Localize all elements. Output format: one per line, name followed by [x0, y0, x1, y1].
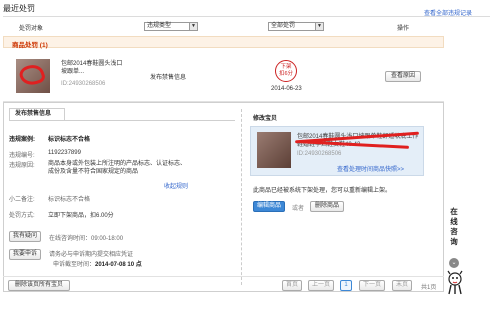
prev-page-button[interactable]: 上一页 — [308, 280, 334, 291]
first-page-button[interactable]: 首页 — [282, 280, 302, 291]
header-divider — [3, 16, 490, 17]
appeal-notice: 请务必与申诉期内提交相应凭证 — [49, 252, 134, 258]
preview-thumbnail[interactable] — [257, 132, 291, 168]
delete-all-on-page-button[interactable]: 删除该页所有宝贝 — [8, 280, 70, 291]
violation-type-select[interactable]: 违规类型 ▼ — [144, 22, 198, 31]
consult-char: 询 — [450, 237, 458, 246]
panel-divider — [241, 109, 242, 285]
ask-question-button[interactable]: 我有疑问 — [9, 231, 41, 242]
stamp-text: 下架 扣6分 — [278, 64, 294, 77]
consult-char: 咨 — [450, 227, 458, 236]
penalty-method-value: 立即下架商品，扣6.00分 — [48, 213, 114, 219]
delete-product-button[interactable]: 删除商品 — [310, 201, 344, 212]
appeal-deadline-label: 申诉截至时间： — [53, 262, 96, 268]
chevron-down-icon[interactable]: ⌄ — [449, 258, 459, 268]
chevron-down-icon: ▼ — [189, 23, 197, 30]
penalty-row: 包邮2014春鞋圆头浅口坡跟单... ID:24930268506 发布禁售信息… — [3, 50, 444, 102]
tab-divider — [9, 120, 235, 121]
violation-no-label: 违规编号: — [9, 153, 35, 159]
consult-char: 线 — [450, 217, 458, 226]
filter-row: 处罚对象 违规类型 ▼ 全部处罚 ▼ 操作 — [3, 21, 443, 33]
edit-product-button[interactable]: 编辑商品 — [253, 201, 285, 212]
consult-hours: 在线咨询时间：09:00-18:00 — [49, 236, 124, 242]
penalty-status-select[interactable]: 全部处罚 ▼ — [268, 22, 324, 31]
detail-panel: 发布禁售信息 违规案例: 标识标志不合格 违规编号: 1192237899 违规… — [3, 102, 444, 292]
pagination-bar: 删除该页所有宝贝 首页 上一页 1 下一页 末页 共1页 — [3, 276, 444, 292]
current-page-button[interactable]: 1 — [340, 280, 352, 291]
operation-column-label: 操作 — [397, 26, 410, 32]
page-title: 最近处罚 — [3, 4, 35, 13]
object-column-label: 处罚对象 — [19, 26, 44, 32]
mascot-icon[interactable] — [444, 270, 466, 296]
violation-reason: 发布禁售信息 — [150, 75, 187, 81]
category-label: 商品处罚 (1) — [12, 42, 48, 49]
product-id: ID:24930268506 — [61, 81, 106, 87]
chevron-down-icon: ▼ — [315, 23, 323, 30]
violation-reason-label: 违规原因: — [9, 163, 35, 169]
violation-no-value: 1192237899 — [48, 150, 81, 156]
appeal-deadline-value: 2014-07-08 10 点 — [95, 262, 142, 268]
violation-case-label: 违规案例: — [9, 137, 35, 143]
remark-label: 小二备注: — [9, 197, 35, 203]
preview-product-id: ID:24930268506 — [297, 151, 342, 157]
penalty-date: 2014-06-23 — [271, 86, 302, 92]
delisted-notice: 此商品已经被系统下架处理，您可以重新编辑上架。 — [253, 188, 392, 194]
modify-product-title: 修改宝贝 — [253, 116, 278, 122]
total-pages: 共1页 — [421, 285, 437, 291]
or-text: 或者 — [292, 206, 305, 212]
redaction-scribble — [17, 61, 47, 89]
collapse-rules-link[interactable]: 收起规则 — [164, 181, 188, 190]
penalty-method-label: 处罚方式: — [9, 213, 35, 219]
remark-value: 标识标志不合格 — [48, 197, 91, 203]
violation-case-value: 标识标志不合格 — [48, 137, 91, 143]
penalty-stamp: 下架 扣6分 — [275, 60, 297, 82]
product-title-link[interactable]: 包邮2014春鞋圆头浅口坡跟单... — [61, 60, 125, 76]
category-header: 商品处罚 (1) — [3, 36, 444, 49]
penalty-status-value: 全部处罚 — [271, 23, 296, 29]
online-consult-widget[interactable]: 在 线 咨 询 — [448, 207, 460, 247]
view-snapshot-link[interactable]: 查看处理时间商品快照>> — [337, 164, 404, 173]
view-reason-button[interactable]: 查看原因 — [385, 71, 421, 82]
next-page-button[interactable]: 下一页 — [359, 280, 385, 291]
last-page-button[interactable]: 末页 — [392, 280, 412, 291]
violation-reason-value: 商品本身或外包装上所注明的产品标志、认证标志、成份及含量不符合国家规定的商品 — [48, 161, 187, 175]
product-thumbnail[interactable] — [16, 59, 50, 93]
consult-char: 在 — [450, 207, 458, 216]
violation-type-value: 违规类型 — [147, 23, 172, 29]
product-preview-card: 包邮2014春鞋圆头浅口坡跟单鞋舒适软底工作鞋婚鞋孕妇鞋女鞋40-43 ID:2… — [250, 126, 424, 176]
appeal-button[interactable]: 我要申诉 — [9, 249, 41, 260]
